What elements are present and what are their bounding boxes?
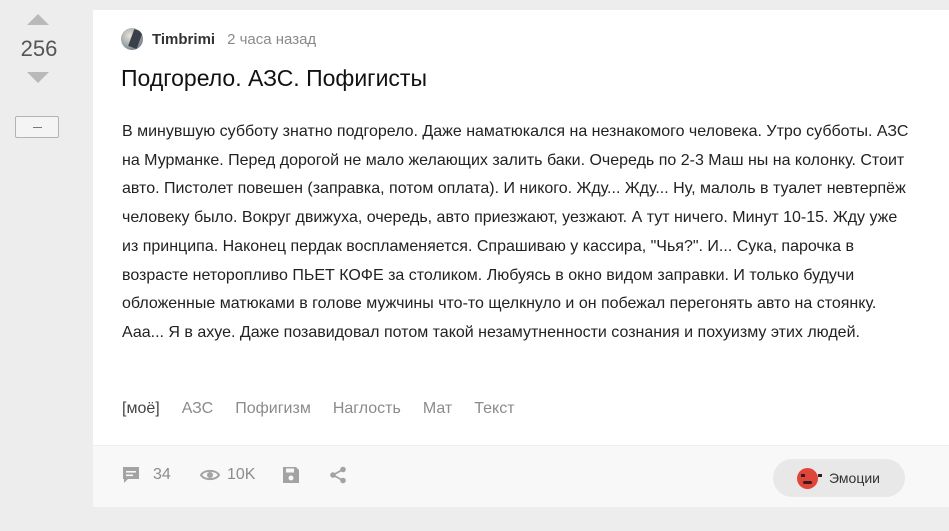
emotions-label: Эмоции xyxy=(829,470,880,486)
post-time: 2 часа назад xyxy=(227,30,317,48)
tag-item[interactable]: Пофигизм xyxy=(235,400,311,418)
story-card: Timbrimi 2 часа назад Подгорело. АЗС. По… xyxy=(93,10,949,507)
arrow-up-icon[interactable] xyxy=(27,14,49,25)
story-body: В минувшую субботу знатно подгорело. Даж… xyxy=(122,123,909,341)
views-counter: 10K xyxy=(200,466,255,484)
save-icon xyxy=(283,467,299,483)
share-button[interactable] xyxy=(329,466,347,484)
comments-count: 34 xyxy=(153,466,171,483)
tag-item[interactable]: Наглость xyxy=(333,400,401,418)
comment-icon xyxy=(123,467,139,483)
tag-item[interactable]: АЗС xyxy=(182,400,214,418)
vote-column: 256 xyxy=(0,0,78,531)
story-rating: 256 xyxy=(20,36,58,61)
save-button[interactable] xyxy=(282,466,300,484)
eye-icon xyxy=(200,469,220,481)
comments-button[interactable]: 34 xyxy=(121,466,171,484)
collapse-button[interactable] xyxy=(15,116,59,138)
author-name[interactable]: Timbrimi xyxy=(152,31,215,48)
tag-list: [моё] АЗС Пофигизм Наглость Мат Текст xyxy=(122,400,537,418)
views-count: 10K xyxy=(227,466,256,483)
tag-item[interactable]: [моё] xyxy=(122,400,160,418)
tag-item[interactable]: Мат xyxy=(423,400,452,418)
story-header: Timbrimi 2 часа назад xyxy=(121,28,316,50)
arrow-down-icon[interactable] xyxy=(27,72,49,83)
story-title[interactable]: Подгорело. АЗС. Пофигисты xyxy=(121,65,427,92)
emotions-button[interactable]: Эмоции xyxy=(773,459,905,497)
avatar[interactable] xyxy=(121,28,143,50)
tag-item[interactable]: Текст xyxy=(474,400,514,418)
share-icon xyxy=(330,466,346,484)
angry-face-icon xyxy=(797,467,822,489)
story-footer: 34 10K Эмоции xyxy=(93,445,949,507)
